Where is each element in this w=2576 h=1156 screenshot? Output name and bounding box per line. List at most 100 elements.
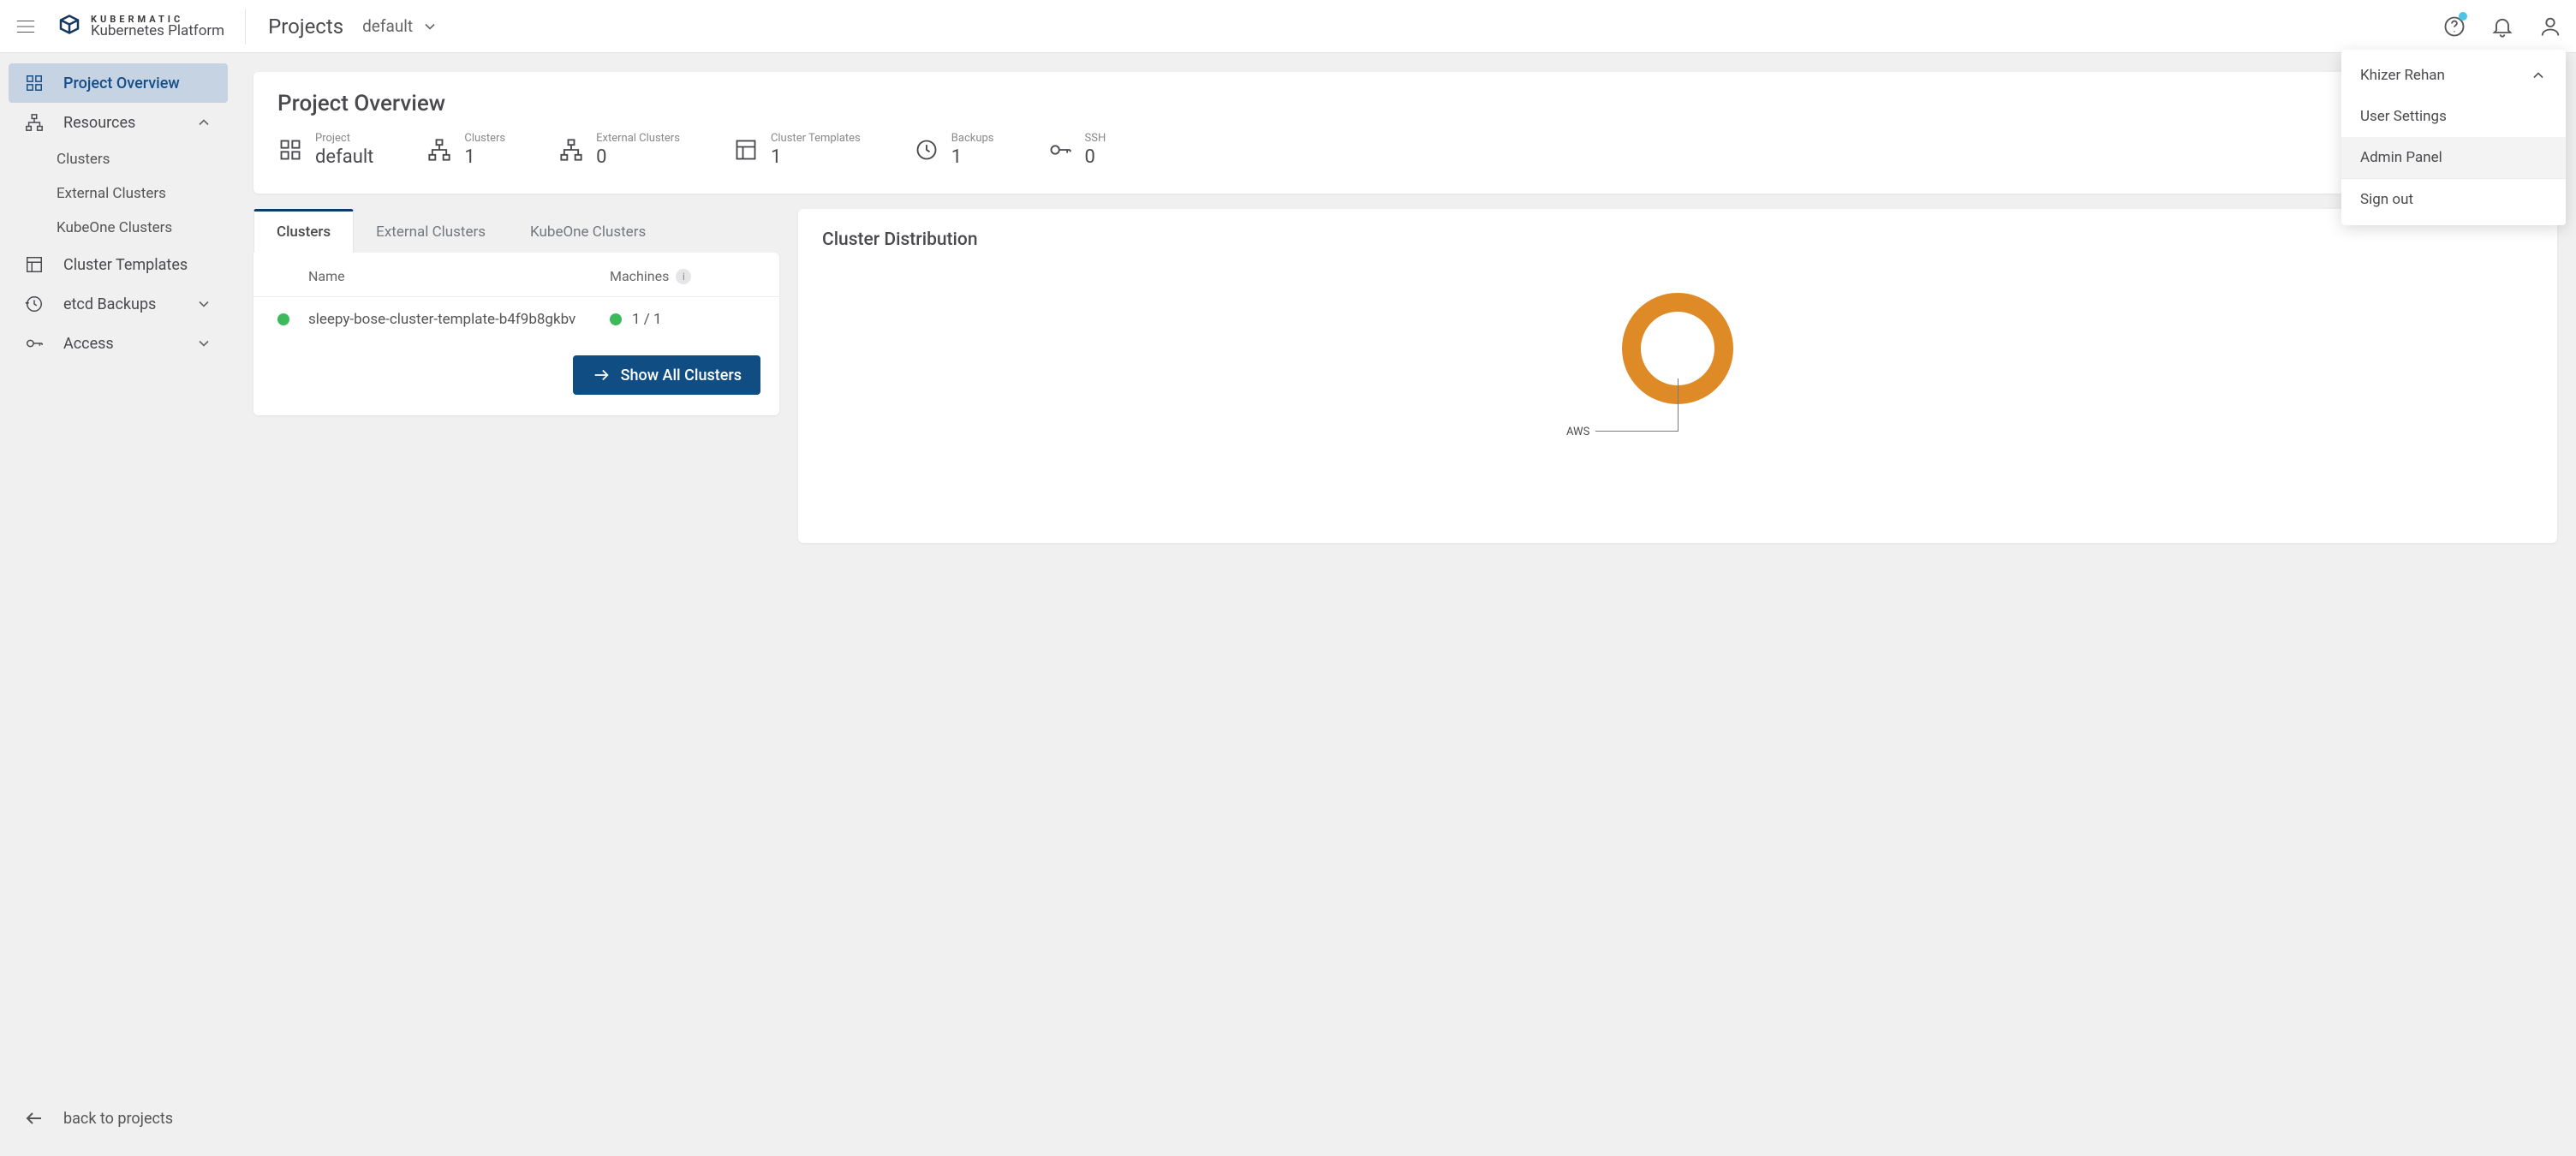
sidebar-item-label: Cluster Templates bbox=[63, 256, 188, 274]
history-icon bbox=[915, 138, 939, 162]
chevron-down-icon bbox=[421, 18, 438, 35]
user-icon bbox=[2538, 15, 2562, 39]
help-notification-dot bbox=[2459, 12, 2467, 21]
sidebar-item-label: Resources bbox=[63, 114, 135, 132]
sidebar-item-kubeone-clusters[interactable]: KubeOne Clusters bbox=[0, 211, 236, 245]
hierarchy-icon bbox=[559, 138, 583, 162]
chart-connector-line bbox=[1595, 431, 1678, 432]
brand-text-bottom: Kubernetes Platform bbox=[91, 24, 224, 39]
col-header-machines: Machines i bbox=[610, 268, 755, 284]
status-dot-healthy bbox=[610, 313, 622, 325]
stat-label: SSH bbox=[1085, 132, 1106, 145]
dashboard-icon bbox=[25, 74, 44, 92]
stat-value: default bbox=[315, 146, 373, 168]
project-selector[interactable]: default bbox=[362, 16, 438, 36]
chevron-up-icon bbox=[2530, 67, 2547, 84]
info-icon[interactable]: i bbox=[676, 269, 691, 284]
breadcrumb: Projects default bbox=[259, 15, 438, 39]
arrow-left-icon bbox=[24, 1108, 45, 1129]
user-name: Khizer Rehan bbox=[2360, 67, 2445, 84]
stat-value: 1 bbox=[771, 146, 861, 168]
tab-kubeone-clusters[interactable]: KubeOne Clusters bbox=[508, 209, 668, 253]
menu-toggle[interactable] bbox=[9, 9, 43, 44]
bell-icon bbox=[2490, 15, 2514, 39]
sidebar-item-label: etcd Backups bbox=[63, 295, 156, 313]
user-menu-name[interactable]: Khizer Rehan bbox=[2341, 55, 2566, 96]
account-button[interactable] bbox=[2533, 9, 2567, 44]
notifications-button[interactable] bbox=[2485, 9, 2519, 44]
topbar: KUBERMATIC Kubernetes Platform Projects … bbox=[0, 0, 2576, 53]
sidebar-item-etcd-backups[interactable]: etcd Backups bbox=[9, 284, 228, 324]
stat-clusters: Clusters1 bbox=[426, 132, 505, 168]
user-menu: Khizer Rehan User Settings Admin Panel S… bbox=[2341, 50, 2566, 225]
machines-count: 1 / 1 bbox=[632, 311, 662, 328]
cluster-name: sleepy-bose-cluster-template-b4f9b8gkbv bbox=[308, 311, 610, 328]
cluster-distribution-card: Cluster Distribution AWS bbox=[798, 209, 2557, 543]
page-title: Project Overview bbox=[277, 91, 2533, 116]
table-header: Name Machines i bbox=[253, 253, 779, 297]
tab-clusters[interactable]: Clusters bbox=[253, 209, 354, 253]
main-content: Khizer Rehan User Settings Admin Panel S… bbox=[236, 53, 2576, 1156]
sidebar: Project Overview Resources Clusters Exte… bbox=[0, 53, 236, 1156]
stat-backups: Backups1 bbox=[914, 132, 994, 168]
kubermatic-icon bbox=[57, 14, 82, 39]
project-selector-value: default bbox=[362, 16, 413, 36]
sidebar-item-cluster-templates[interactable]: Cluster Templates bbox=[9, 245, 228, 284]
chart-slice-label: AWS bbox=[1566, 426, 1589, 438]
back-to-projects[interactable]: back to projects bbox=[0, 1108, 236, 1146]
sidebar-item-access[interactable]: Access bbox=[9, 324, 228, 363]
stat-templates: Cluster Templates1 bbox=[733, 132, 861, 168]
stats-row: Projectdefault Clusters1 External Cluste… bbox=[277, 132, 2533, 168]
sidebar-item-external-clusters[interactable]: External Clusters bbox=[0, 176, 236, 211]
sidebar-item-label: External Clusters bbox=[57, 185, 166, 202]
stat-project: Projectdefault bbox=[277, 132, 373, 168]
dashboard-icon bbox=[278, 138, 302, 162]
back-label: back to projects bbox=[63, 1110, 173, 1128]
templates-icon bbox=[734, 138, 758, 162]
stat-label: Backups bbox=[951, 132, 994, 145]
sidebar-item-project-overview[interactable]: Project Overview bbox=[9, 63, 228, 103]
help-button[interactable] bbox=[2437, 9, 2472, 44]
user-menu-admin-panel[interactable]: Admin Panel bbox=[2341, 137, 2566, 178]
stat-value: 0 bbox=[1085, 146, 1106, 168]
distribution-title: Cluster Distribution bbox=[822, 229, 2533, 250]
stat-value: 0 bbox=[596, 146, 680, 168]
stat-value: 1 bbox=[464, 146, 505, 168]
chevron-up-icon bbox=[195, 114, 212, 131]
tab-external-clusters[interactable]: External Clusters bbox=[354, 209, 508, 253]
hierarchy-icon bbox=[427, 138, 451, 162]
sidebar-item-clusters[interactable]: Clusters bbox=[0, 142, 236, 176]
chevron-down-icon bbox=[195, 295, 212, 313]
project-overview-card: Project Overview Projectdefault Clusters… bbox=[253, 72, 2557, 194]
cluster-tabs: Clusters External Clusters KubeOne Clust… bbox=[253, 209, 779, 253]
stat-label: Project bbox=[315, 132, 373, 145]
user-menu-settings[interactable]: User Settings bbox=[2341, 96, 2566, 137]
hamburger-icon bbox=[15, 15, 37, 38]
status-dot-healthy bbox=[277, 313, 289, 325]
hierarchy-icon bbox=[25, 113, 44, 132]
stat-external-clusters: External Clusters0 bbox=[558, 132, 680, 168]
chevron-down-icon bbox=[195, 335, 212, 352]
sidebar-item-label: Project Overview bbox=[63, 74, 180, 92]
breadcrumb-root[interactable]: Projects bbox=[268, 15, 343, 39]
stat-label: External Clusters bbox=[596, 132, 680, 145]
user-menu-sign-out[interactable]: Sign out bbox=[2341, 179, 2566, 220]
stat-value: 1 bbox=[951, 146, 994, 168]
key-icon bbox=[1048, 138, 1072, 162]
clusters-table-card: Name Machines i sleepy-bose-cluster-temp… bbox=[253, 253, 779, 415]
sidebar-item-label: Access bbox=[63, 335, 114, 353]
brand-logo[interactable]: KUBERMATIC Kubernetes Platform bbox=[57, 9, 246, 45]
stat-label: Cluster Templates bbox=[771, 132, 861, 145]
distribution-chart: AWS bbox=[822, 293, 2533, 404]
sidebar-item-label: KubeOne Clusters bbox=[57, 219, 172, 236]
sidebar-item-label: Clusters bbox=[57, 151, 110, 168]
sidebar-item-resources[interactable]: Resources bbox=[9, 103, 228, 142]
show-all-clusters-button[interactable]: Show All Clusters bbox=[573, 355, 760, 395]
chart-connector-line bbox=[1678, 378, 1679, 432]
stat-label: Clusters bbox=[464, 132, 505, 145]
table-row[interactable]: sleepy-bose-cluster-template-b4f9b8gkbv … bbox=[253, 297, 779, 342]
history-icon bbox=[25, 295, 44, 313]
stat-ssh: SSH0 bbox=[1047, 132, 1106, 168]
arrow-right-icon bbox=[592, 366, 611, 384]
key-icon bbox=[25, 334, 44, 353]
